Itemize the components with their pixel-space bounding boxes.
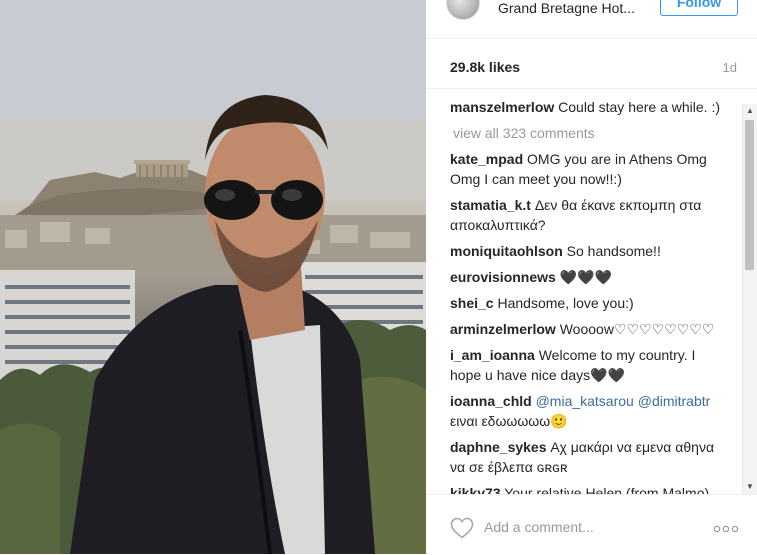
follow-button[interactable]: Follow	[660, 0, 738, 16]
comment-username[interactable]: kate_mpad	[450, 151, 523, 167]
comment-item: shei_c Handsome, love you:)	[450, 293, 722, 313]
comment-username[interactable]: eurovisionnews	[450, 269, 556, 285]
comment-text: ειναι εδωωωωω🙂	[450, 413, 568, 429]
comments-list[interactable]: manszelmerlow Could stay here a while. :…	[426, 88, 757, 495]
avatar[interactable]	[446, 0, 480, 20]
heart-outline-icon[interactable]	[450, 517, 474, 539]
location-link[interactable]: Grand Bretagne Hot...	[498, 0, 635, 16]
comment-username[interactable]: daphne_sykes	[450, 439, 547, 455]
comment-username[interactable]: shei_c	[450, 295, 494, 311]
caption-text: Could stay here a while. :)	[558, 99, 721, 115]
comment-item: arminzelmerlow Woooow♡♡♡♡♡♡♡♡	[450, 319, 722, 339]
view-all-comments-link[interactable]: view all 323 comments	[453, 123, 722, 143]
comment-text: 🖤🖤🖤	[559, 269, 612, 285]
comment-item: i_am_ioanna Welcome to my country. I hop…	[450, 345, 722, 385]
likes-count[interactable]: 29.8k likes	[450, 59, 520, 75]
comment-item: kate_mpad OMG you are in Athens Omg Omg …	[450, 149, 722, 189]
comment-username[interactable]: moniquitaohlson	[450, 243, 563, 259]
scrollbar-thumb[interactable]	[745, 120, 754, 270]
caption: manszelmerlow Could stay here a while. :…	[450, 97, 722, 117]
comment-username[interactable]: stamatia_k.t	[450, 197, 531, 213]
comments-scrollbar[interactable]: ▲ ▼	[742, 104, 757, 494]
comment-text: So handsome!!	[566, 243, 661, 259]
comment-item: stamatia_k.t Δεν θα έκανε εκπομπη στα απ…	[450, 195, 722, 235]
comment-item: eurovisionnews 🖤🖤🖤	[450, 267, 722, 287]
comment-item: daphne_sykes Αχ μακάρι να εμενα αθηνα να…	[450, 437, 722, 477]
post-details-panel: Grand Bretagne Hot... Follow 29.8k likes…	[426, 0, 757, 554]
comment-text: Woooow♡♡♡♡♡♡♡♡	[559, 321, 715, 337]
comment-bar	[426, 494, 757, 555]
caption-username[interactable]: manszelmerlow	[450, 99, 554, 115]
scroll-up-arrow-icon[interactable]: ▲	[743, 104, 757, 118]
add-comment-input[interactable]	[484, 515, 694, 539]
more-options-icon[interactable]	[713, 525, 739, 533]
comment-username[interactable]: i_am_ioanna	[450, 347, 535, 363]
post-time[interactable]: 1d	[723, 60, 737, 75]
scroll-down-arrow-icon[interactable]: ▼	[743, 480, 757, 494]
post-header: Grand Bretagne Hot... Follow	[426, 0, 757, 39]
comment-username[interactable]: ioanna_chld	[450, 393, 532, 409]
photo-illustration	[0, 0, 426, 554]
post-photo[interactable]	[0, 0, 426, 554]
mention-link[interactable]: @mia_katsarou	[536, 393, 634, 409]
comment-item: ioanna_chld @mia_katsarou @dimitrabtr ει…	[450, 391, 722, 431]
comment-username[interactable]: arminzelmerlow	[450, 321, 556, 337]
mention-link[interactable]: @dimitrabtr	[638, 393, 711, 409]
comment-item: moniquitaohlson So handsome!!	[450, 241, 722, 261]
comment-text: Handsome, love you:)	[497, 295, 634, 311]
